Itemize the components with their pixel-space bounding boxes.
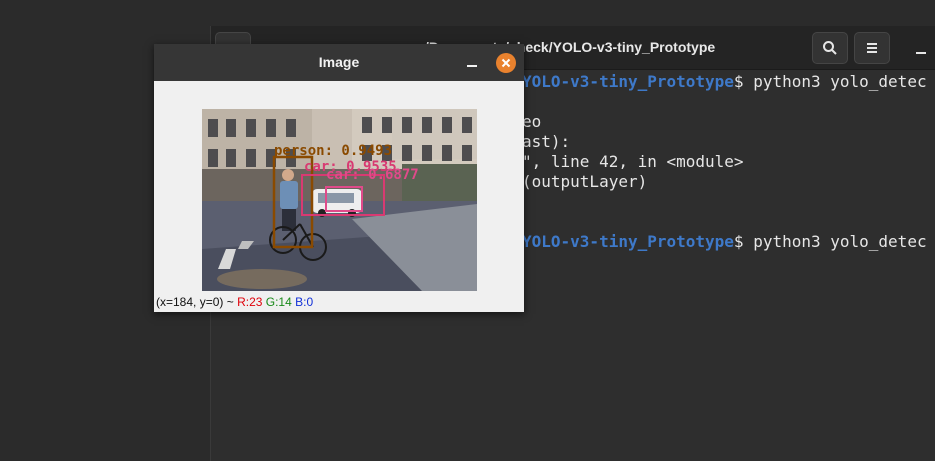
hamburger-menu-icon xyxy=(867,43,877,53)
search-icon xyxy=(823,41,837,55)
terminal-line: eo xyxy=(522,112,542,131)
terminal-line: ast): xyxy=(522,132,571,151)
detection-image[interactable]: person: 0.9493 car: 0.9535 car: 0.6877 xyxy=(202,109,477,291)
image-window-minimize-button[interactable] xyxy=(465,54,479,70)
cursor-coordinates: (x=184, y=0) ~ xyxy=(156,295,234,309)
image-window: Image person: 0.9493 car: 0.9535 car: 0.… xyxy=(154,44,524,312)
minimize-icon xyxy=(467,65,477,67)
green-value: G:14 xyxy=(265,295,292,309)
person-detection-label: person: 0.9493 xyxy=(274,143,392,159)
terminal-line: YOLO-v3-tiny_Prototype$ python3 yolo_det… xyxy=(522,72,927,91)
image-canvas-area[interactable]: person: 0.9493 car: 0.9535 car: 0.6877 xyxy=(154,81,524,293)
menu-button[interactable] xyxy=(854,32,890,64)
minimize-icon xyxy=(916,52,926,54)
street-photo: person: 0.9493 car: 0.9535 car: 0.6877 xyxy=(202,109,477,291)
terminal-line: (outputLayer) xyxy=(522,172,648,191)
image-window-close-button[interactable] xyxy=(496,53,516,73)
terminal-minimize-button[interactable] xyxy=(914,38,928,58)
blue-value: B:0 xyxy=(295,295,314,309)
terminal-line: ", line 42, in <module> xyxy=(522,152,744,171)
pixel-info-statusbar: (x=184, y=0) ~ R:23 G:14 B:0 xyxy=(156,295,313,309)
image-window-titlebar[interactable]: Image xyxy=(154,44,524,81)
search-button[interactable] xyxy=(812,32,848,64)
terminal-line: YOLO-v3-tiny_Prototype$ python3 yolo_det… xyxy=(522,232,927,251)
close-icon xyxy=(501,58,511,68)
car-detection-label: car: 0.6877 xyxy=(326,167,419,183)
red-value: R:23 xyxy=(237,295,263,309)
